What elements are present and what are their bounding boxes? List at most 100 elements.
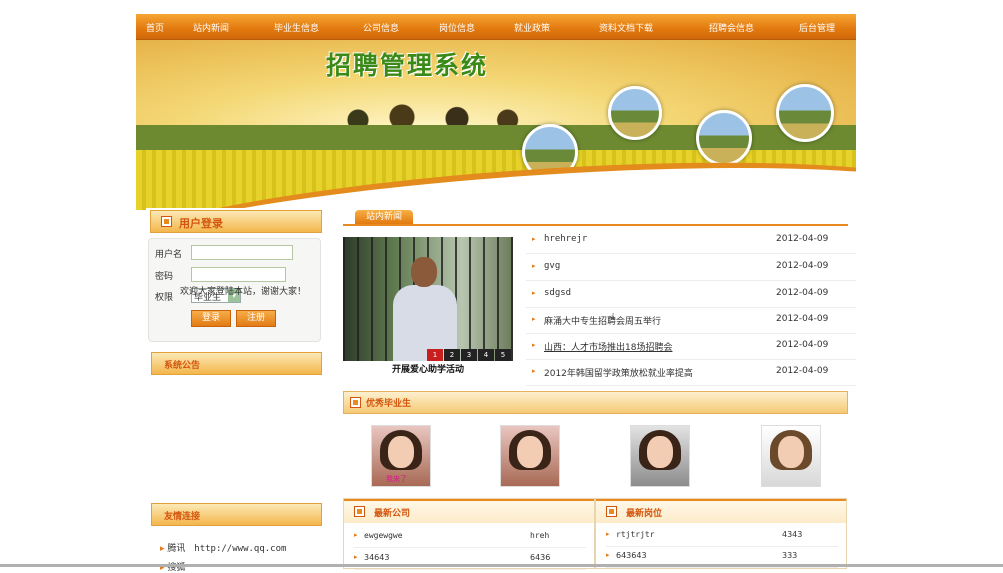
nav-item-news[interactable]: 站内新闻 (193, 21, 229, 34)
login-button[interactable]: 登录 (191, 310, 231, 327)
company-value: hreh (530, 531, 550, 540)
graduate-photo-2[interactable] (500, 425, 560, 487)
tab-news[interactable]: 站内新闻 (355, 210, 413, 224)
news-row[interactable]: ▸ 麻涌大中专生招聘会周五举行 2012-04-09 (526, 307, 856, 334)
login-header: 用户登录 (150, 210, 322, 233)
photo-face (778, 436, 804, 468)
position-name[interactable]: 643643 (616, 551, 647, 560)
photo-face (517, 436, 543, 468)
login-title: 用户登录 (179, 217, 223, 230)
graduate-photo-caption: 我来了 (386, 475, 407, 483)
notice-title: 系统公告 (164, 361, 201, 371)
nav-item-policy[interactable]: 就业政策 (514, 21, 550, 34)
news-photo[interactable]: 1 2 3 4 5 (343, 237, 513, 361)
nav-item-admin[interactable]: 后台管理 (799, 21, 835, 34)
password-input[interactable] (191, 267, 286, 282)
username-input[interactable] (191, 245, 293, 260)
nav-item-job-fairs[interactable]: 招聘会信息 (709, 21, 754, 34)
position-value: 333 (782, 551, 798, 560)
news-date: 2012-04-09 (776, 288, 829, 298)
news-title[interactable]: 2012年韩国留学政策放松就业率提高 (544, 366, 693, 379)
slideshow-thumbs: 1 2 3 4 5 (427, 349, 513, 361)
news-row[interactable]: ▸ 山西：人才市场推出18场招聘会 2012-04-09 (526, 333, 856, 360)
news-title[interactable]: hrehrejr (544, 234, 587, 244)
positions-panel: 最新岗位 ▸ rtjtrjtr 4343 ▸ 643643 333 (595, 498, 847, 569)
positions-title: 最新岗位 (626, 509, 663, 519)
nav-item-companies[interactable]: 公司信息 (363, 21, 399, 34)
slide-thumb-1[interactable]: 1 (427, 349, 443, 361)
username-label: 用户名 (155, 250, 183, 260)
links-header: 友情连接 (151, 503, 322, 526)
photo-person-head (411, 257, 437, 287)
news-title[interactable]: 麻涌大中专生招聘会周五举行 (544, 314, 661, 327)
news-row[interactable]: ▸ hrehrejr 2012-04-09 (526, 227, 856, 254)
position-value: 4343 (782, 530, 803, 539)
banner-circle-photo-4 (776, 84, 834, 142)
companies-header: 最新公司 (344, 499, 594, 523)
news-title[interactable]: sdgsd (544, 288, 571, 298)
link-name: 腾讯 (167, 544, 186, 554)
position-row[interactable]: ▸ rtjtrjtr 4343 (606, 524, 838, 547)
slide-thumb-5[interactable]: 5 (495, 349, 511, 361)
news-date: 2012-04-09 (776, 234, 829, 244)
news-date: 2012-04-09 (776, 340, 829, 350)
companies-header-icon (354, 506, 365, 517)
banner-title: 招聘管理系统 (326, 51, 489, 80)
positions-header-icon (606, 506, 617, 517)
news-title[interactable]: gvg (544, 261, 560, 271)
login-box: 用户登录 用户名 密码 权限 毕业生 ▾ 登录 注册 (146, 208, 326, 343)
company-value: 6436 (530, 553, 551, 562)
login-header-icon (161, 216, 172, 227)
triangle-icon: ▸ (532, 235, 536, 243)
graduate-photo-4[interactable] (761, 425, 821, 487)
nav-item-downloads[interactable]: 资料文档下载 (599, 21, 653, 34)
nav-item-home[interactable]: 首页 (146, 21, 164, 34)
triangle-icon: ▸ (532, 341, 536, 349)
excellent-title: 优秀毕业生 (366, 399, 412, 409)
triangle-icon: ▸ (354, 531, 358, 539)
graduate-photo-3[interactable] (630, 425, 690, 487)
slide-thumb-4[interactable]: 4 (478, 349, 494, 361)
news-row[interactable]: ▸ 2012年韩国留学政策放松就业率提高 2012-04-09 (526, 359, 856, 386)
company-row[interactable]: ▸ ewgewgwe hreh (354, 525, 586, 548)
top-nav: 首页 站内新闻 毕业生信息 公司信息 岗位信息 就业政策 资料文档下载 招聘会信… (136, 14, 856, 40)
graduate-photo-1[interactable]: 我来了 (371, 425, 431, 487)
triangle-icon: ▸ (606, 551, 610, 559)
triangle-icon: ▸ (532, 289, 536, 297)
header-banner: 招聘管理系统 (136, 40, 856, 210)
slide-thumb-2[interactable]: 2 (444, 349, 460, 361)
photo-face (388, 436, 414, 468)
password-label: 密码 (155, 272, 174, 282)
news-row[interactable]: ▸ sdgsd 2012-04-09 (526, 281, 856, 308)
triangle-icon: ▸ (160, 544, 165, 554)
company-name[interactable]: 34643 (364, 553, 389, 562)
triangle-icon: ▸ (354, 553, 358, 561)
position-name[interactable]: rtjtrjtr (616, 530, 655, 539)
banner-circle-photo-2 (608, 86, 662, 140)
register-button[interactable]: 注册 (236, 310, 276, 327)
link-url: http://www.qq.com (194, 544, 287, 554)
companies-title: 最新公司 (374, 509, 411, 519)
news-date: 2012-04-09 (776, 314, 829, 324)
triangle-icon: ▸ (606, 530, 610, 538)
link-row-qq[interactable]: ▸ 腾讯 http://www.qq.com (160, 541, 286, 554)
triangle-icon: ▸ (532, 367, 536, 375)
hand-cursor-icon: ☝ (607, 311, 616, 327)
photo-face (647, 436, 673, 468)
slide-thumb-3[interactable]: 3 (461, 349, 477, 361)
triangle-icon: ▸ (532, 262, 536, 270)
notice-header: 系统公告 (151, 352, 322, 375)
tab-underline (343, 224, 848, 226)
companies-panel: 最新公司 ▸ ewgewgwe hreh ▸ 34643 6436 (343, 498, 595, 570)
positions-header: 最新岗位 (596, 499, 846, 523)
news-date: 2012-04-09 (776, 261, 829, 271)
links-title: 友情连接 (164, 512, 201, 522)
company-name[interactable]: ewgewgwe (364, 531, 403, 540)
nav-item-positions[interactable]: 岗位信息 (439, 21, 475, 34)
photo-caption[interactable]: 开展爱心助学活动 (343, 362, 513, 375)
page: 首页 站内新闻 毕业生信息 公司信息 岗位信息 就业政策 资料文档下载 招聘会信… (136, 14, 856, 573)
news-row[interactable]: ▸ gvg 2012-04-09 (526, 254, 856, 281)
news-title[interactable]: 山西：人才市场推出18场招聘会 (544, 340, 672, 353)
nav-item-graduates[interactable]: 毕业生信息 (274, 21, 319, 34)
role-label: 权限 (155, 293, 174, 303)
